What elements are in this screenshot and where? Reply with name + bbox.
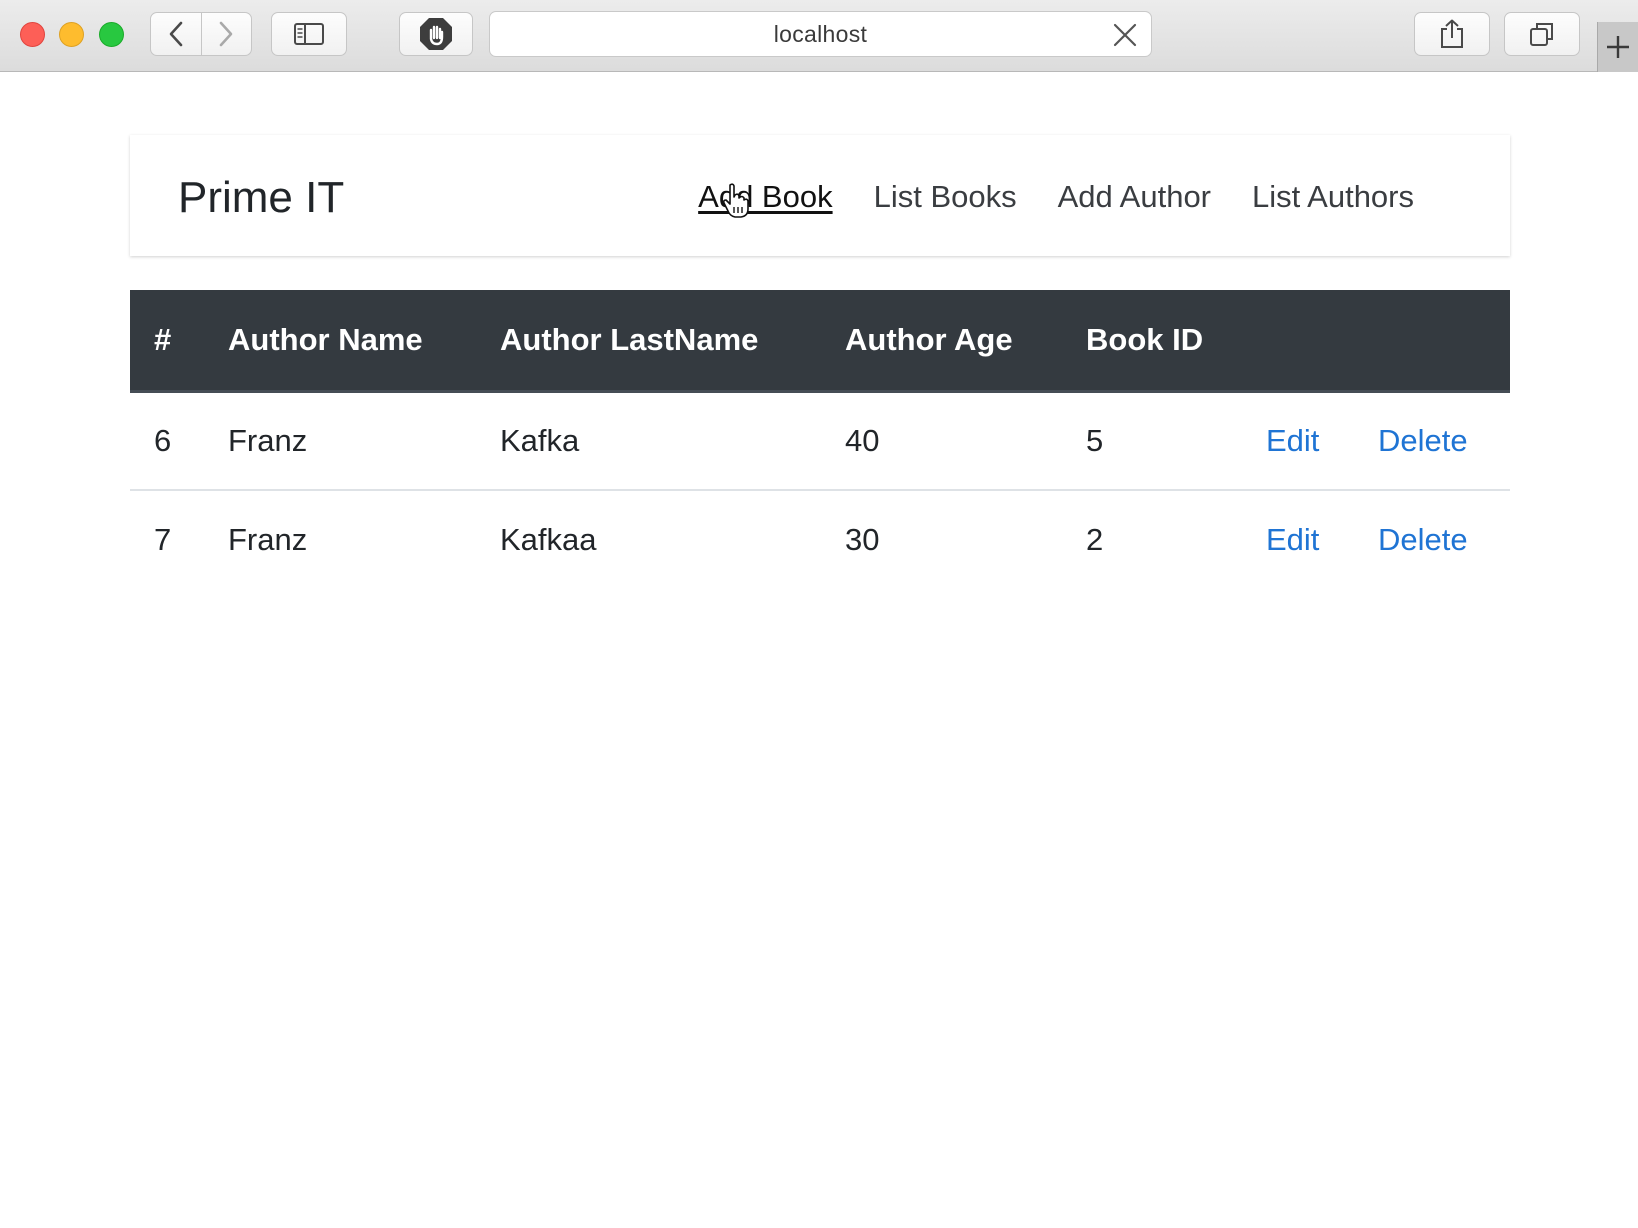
close-window-button[interactable] [20,22,45,47]
sidebar-icon [294,23,324,45]
table-row: 7 Franz Kafkaa 30 2 Edit Delete [130,490,1510,589]
share-icon [1441,19,1463,48]
nav-link-list-authors[interactable]: List Authors [1252,179,1414,215]
cell-author-name: Franz [228,522,308,557]
browser-toolbar: localhost [0,0,1638,72]
cell-delete: Delete [1378,490,1510,589]
table-row: 6 Franz Kafka 40 5 Edit Delete [130,391,1510,491]
address-bar[interactable]: localhost [489,11,1152,57]
minimize-window-button[interactable] [59,22,84,47]
sidebar-button[interactable] [271,12,347,56]
back-button[interactable] [151,13,201,55]
nav-link-list-books[interactable]: List Books [874,179,1017,215]
share-button[interactable] [1414,12,1490,56]
history-nav [150,12,252,56]
cell-edit: Edit [1266,490,1378,589]
header-edit-col [1266,290,1378,393]
table-header-row: # Author Name Author LastName Author Age… [130,290,1510,393]
stop-hand-icon [420,18,452,50]
cell-author-lastname: Kafka [500,391,845,491]
header-author-name: Author Name [228,290,500,393]
header-author-age: Author Age [845,290,1086,393]
cell-id: 6 [130,391,228,491]
delete-link[interactable]: Delete [1378,522,1468,557]
chevron-right-icon [219,21,233,47]
chevron-left-icon [169,21,183,47]
brand-logo[interactable]: Prime IT [178,173,344,223]
url-text: localhost [773,20,868,47]
stop-loading-icon[interactable] [1113,23,1137,47]
header-book-id: Book ID [1086,290,1266,393]
header-delete-col [1378,290,1510,393]
cell-book-id: 5 [1086,391,1266,491]
plus-icon [1607,36,1629,58]
header-id: # [130,290,228,393]
tab-overview-button[interactable] [1504,12,1580,56]
nav-link-add-book[interactable]: Add Book [698,179,832,215]
zoom-window-button[interactable] [99,22,124,47]
cell-book-id: 2 [1086,522,1104,557]
edit-link[interactable]: Edit [1266,423,1319,458]
forward-button[interactable] [200,13,252,55]
tabs-icon [1530,23,1553,46]
edit-link[interactable]: Edit [1266,522,1319,557]
authors-table: # Author Name Author LastName Author Age… [130,290,1510,589]
site-navbar: Prime IT Add Book List Books Add Author … [130,135,1510,256]
cell-author-age: 30 [845,522,880,557]
nav-link-add-author[interactable]: Add Author [1058,179,1211,215]
header-author-lastname: Author LastName [500,290,845,393]
cell-delete: Delete [1378,391,1510,491]
cell-author-name: Franz [228,391,500,491]
nav-links: Add Book List Books Add Author List Auth… [698,179,1414,215]
cell-edit: Edit [1266,391,1378,491]
hand-cursor-icon [722,183,749,218]
cell-author-lastname: Kafkaa [500,522,597,557]
new-tab-button[interactable] [1597,22,1638,72]
cell-id: 7 [154,522,172,557]
adblock-button[interactable] [399,12,473,56]
delete-link[interactable]: Delete [1378,423,1468,458]
cell-author-age: 40 [845,391,1086,491]
